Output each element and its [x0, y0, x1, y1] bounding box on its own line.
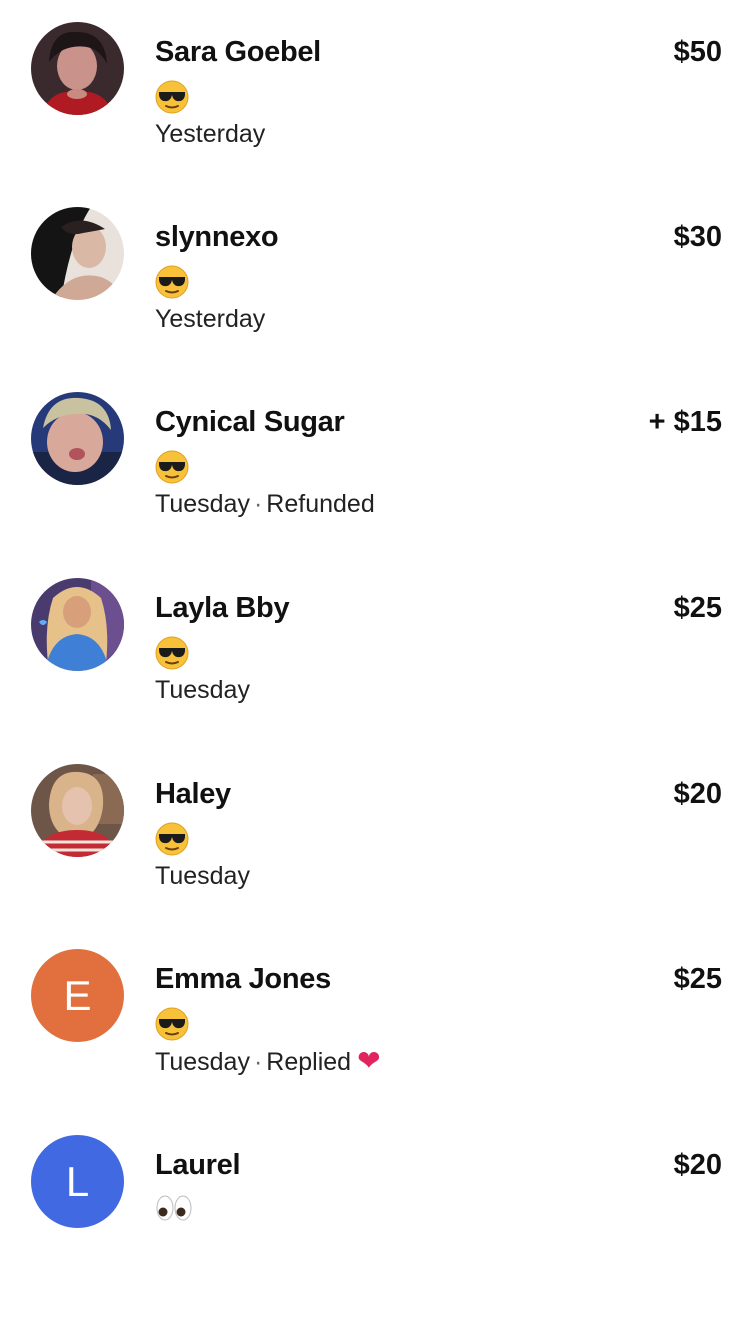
transaction-amount: $30 — [673, 221, 722, 253]
sender-name: Sara Goebel — [155, 36, 321, 68]
sender-name: slynnexo — [155, 221, 279, 253]
transaction-date: Yesterday — [155, 120, 266, 148]
avatar-photo — [31, 207, 124, 300]
transaction-amount: $25 — [673, 592, 722, 624]
sender-name: Laurel — [155, 1149, 241, 1181]
avatar-photo — [31, 22, 124, 115]
avatar-photo — [31, 392, 124, 485]
avatar[interactable] — [31, 392, 124, 485]
avatar[interactable]: E — [31, 949, 124, 1042]
transaction-amount: $50 — [673, 36, 722, 68]
avatar-letter: L — [65, 1157, 90, 1205]
transaction-meta: Tuesday · Replied ❤ — [155, 1045, 381, 1078]
transaction-meta: Tuesday · Refunded — [155, 488, 375, 520]
sunglasses-icon — [155, 265, 189, 307]
avatar[interactable] — [31, 22, 124, 115]
eyes-icon — [155, 1193, 193, 1223]
sunglasses-icon — [155, 450, 189, 492]
transaction-meta: Tuesday — [155, 860, 250, 892]
avatar[interactable] — [31, 207, 124, 300]
transaction-meta: Tuesday — [155, 674, 250, 706]
sender-name: Haley — [155, 778, 231, 810]
sunglasses-icon — [155, 1007, 189, 1049]
transaction-date: Tuesday — [155, 862, 250, 890]
sender-name: Layla Bby — [155, 592, 290, 624]
red-heart-icon: ❤ — [357, 1044, 381, 1077]
transaction-row[interactable]: Sara Goebel Yesterday $50 — [0, 22, 754, 207]
avatar[interactable] — [31, 578, 124, 671]
transaction-row[interactable]: E Emma Jones Tuesday · Replied ❤ $25 — [0, 949, 754, 1134]
transaction-amount: + $15 — [648, 406, 722, 438]
transaction-meta: Yesterday — [155, 303, 265, 335]
avatar[interactable] — [31, 764, 124, 857]
transaction-amount: $20 — [673, 778, 722, 810]
transaction-row[interactable]: Haley Tuesday $20 — [0, 764, 754, 949]
transaction-row[interactable]: slynnexo Yesterday $30 — [0, 207, 754, 392]
avatar-photo — [31, 578, 124, 671]
transaction-status: Replied — [266, 1048, 352, 1076]
avatar[interactable]: L — [31, 1135, 124, 1228]
transaction-date: Yesterday — [155, 305, 266, 333]
transaction-row[interactable]: Cynical Sugar Tuesday · Refunded + $15 — [0, 392, 754, 577]
transaction-amount: $20 — [673, 1149, 722, 1181]
transaction-date: Tuesday — [155, 490, 250, 518]
transaction-status: Refunded — [266, 490, 375, 518]
sunglasses-icon — [155, 636, 189, 678]
transaction-row[interactable]: L Laurel $20 — [0, 1135, 754, 1320]
transaction-amount: $25 — [673, 963, 722, 995]
transaction-meta: Yesterday — [155, 118, 265, 150]
sender-name: Cynical Sugar — [155, 406, 345, 438]
transaction-date: Tuesday — [155, 676, 250, 704]
transaction-row[interactable]: Layla Bby Tuesday $25 — [0, 578, 754, 763]
sender-name: Emma Jones — [155, 963, 331, 995]
avatar-photo — [31, 764, 124, 857]
transaction-date: Tuesday — [155, 1048, 250, 1076]
sunglasses-icon — [155, 80, 189, 122]
sunglasses-icon — [155, 822, 189, 864]
meta-separator: · — [253, 1048, 263, 1076]
meta-separator: · — [253, 490, 263, 518]
avatar-letter: E — [63, 971, 92, 1019]
